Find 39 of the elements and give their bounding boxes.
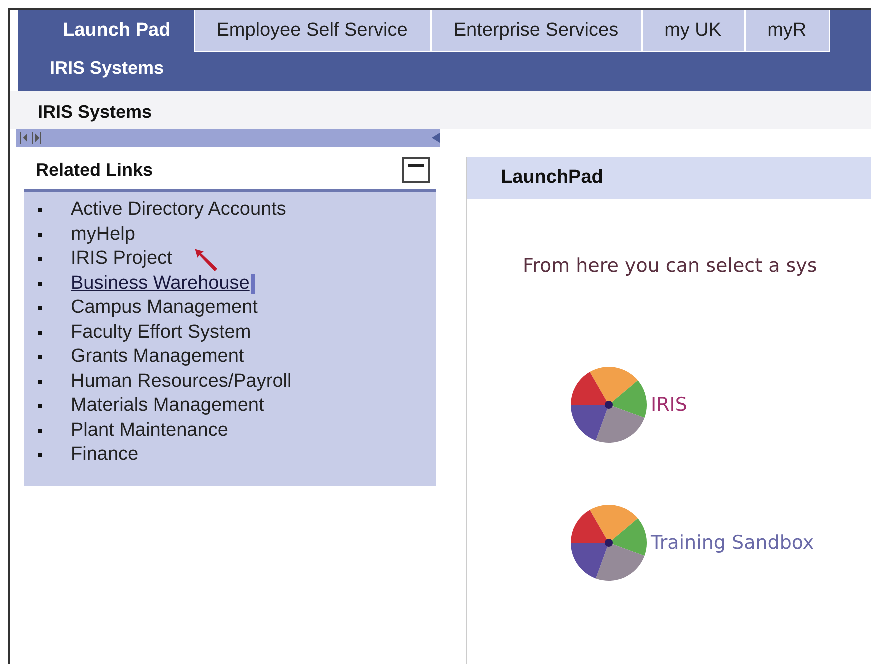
bullet-icon <box>38 380 42 384</box>
bullet-icon <box>38 355 42 360</box>
intro-text: From here you can select a sys <box>523 255 818 277</box>
system-link[interactable]: Training Sandbox <box>651 532 814 554</box>
related-link[interactable]: Plant Maintenance <box>71 420 228 442</box>
nav-tab[interactable]: Enterprise Services <box>430 10 642 52</box>
bullet-icon <box>38 453 42 458</box>
panel-title: LaunchPad <box>467 157 871 199</box>
related-link[interactable]: Grants Management <box>71 346 244 368</box>
left-arrow-icon[interactable] <box>20 132 30 144</box>
bullet-icon <box>38 330 42 335</box>
pointer-arrow-icon <box>194 248 220 274</box>
text-cursor-icon <box>250 274 255 294</box>
nav-tab[interactable]: Employee Self Service <box>194 10 431 52</box>
related-link[interactable]: Faculty Effort System <box>71 322 252 344</box>
related-link[interactable]: Business Warehouse <box>71 272 250 295</box>
related-link[interactable]: Finance <box>71 444 139 466</box>
bullet-icon <box>38 232 42 237</box>
related-link[interactable]: Human Resources/Payroll <box>71 370 292 393</box>
bullet-icon <box>38 428 42 433</box>
sub-nav-item[interactable]: IRIS Systems <box>50 58 164 79</box>
right-arrow-icon[interactable] <box>32 132 42 144</box>
system-link[interactable]: IRIS <box>651 394 688 416</box>
collapse-button[interactable] <box>402 157 430 183</box>
related-link[interactable]: IRIS Project <box>71 248 172 270</box>
related-link[interactable]: Materials Management <box>71 395 264 418</box>
collapse-arrow-icon[interactable] <box>432 133 440 143</box>
page-title: IRIS Systems <box>38 102 152 122</box>
bullet-icon <box>38 306 42 310</box>
nav-tab[interactable]: myR <box>744 10 830 52</box>
panel-title: Related Links <box>36 160 154 180</box>
related-link[interactable]: myHelp <box>71 224 136 246</box>
bullet-icon <box>38 257 42 262</box>
related-link[interactable]: Campus Management <box>71 297 258 320</box>
bullet-icon <box>38 208 42 212</box>
nav-tab[interactable]: my UK <box>642 10 745 52</box>
bullet-icon <box>38 282 42 286</box>
bullet-icon <box>38 404 42 408</box>
related-link[interactable]: Active Directory Accounts <box>71 199 286 222</box>
